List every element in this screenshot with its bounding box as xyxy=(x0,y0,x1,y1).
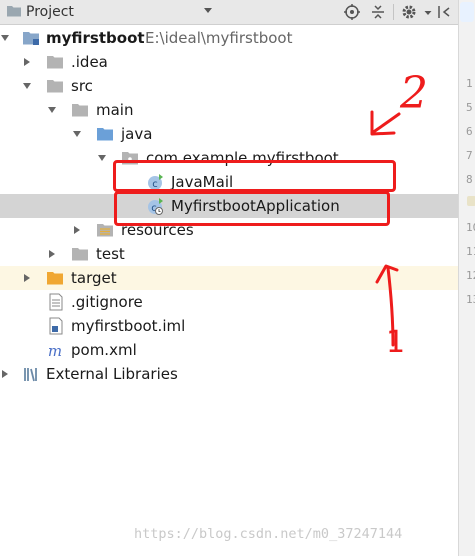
watermark-text: https://blog.csdn.net/m0_37247144 xyxy=(134,526,403,542)
annotation-mark-2: 2 xyxy=(400,68,428,119)
annotation-mark-1: 1 xyxy=(386,325,406,360)
arrow-2-shaft xyxy=(370,112,401,135)
